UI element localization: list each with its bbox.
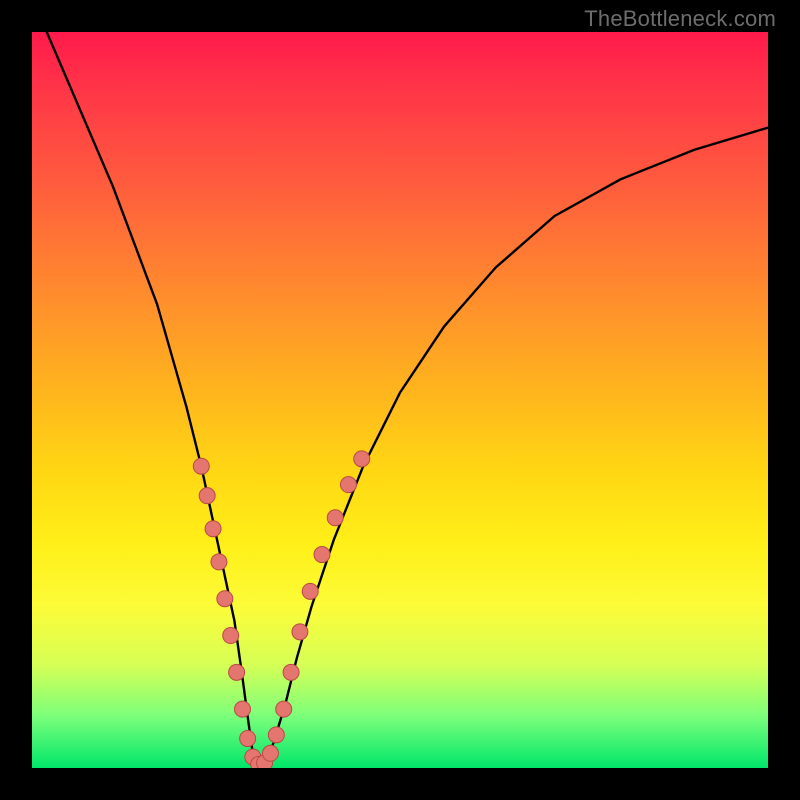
watermark-text: TheBottleneck.com [584, 6, 776, 32]
curve-line [47, 32, 768, 764]
data-marker [205, 521, 221, 537]
data-marker [340, 477, 356, 493]
data-marker [292, 624, 308, 640]
data-marker [211, 554, 227, 570]
data-marker [354, 451, 370, 467]
data-marker [262, 745, 278, 761]
data-marker [229, 664, 245, 680]
data-marker [217, 591, 233, 607]
plot-area [32, 32, 768, 768]
data-marker [235, 701, 251, 717]
data-marker [223, 628, 239, 644]
data-marker [302, 583, 318, 599]
data-marker [276, 701, 292, 717]
data-marker [314, 547, 330, 563]
data-marker [268, 727, 284, 743]
data-marker [193, 458, 209, 474]
data-marker [327, 510, 343, 526]
chart-svg [32, 32, 768, 768]
data-marker [199, 488, 215, 504]
data-marker [283, 664, 299, 680]
chart-frame: TheBottleneck.com [0, 0, 800, 800]
data-marker [240, 731, 256, 747]
